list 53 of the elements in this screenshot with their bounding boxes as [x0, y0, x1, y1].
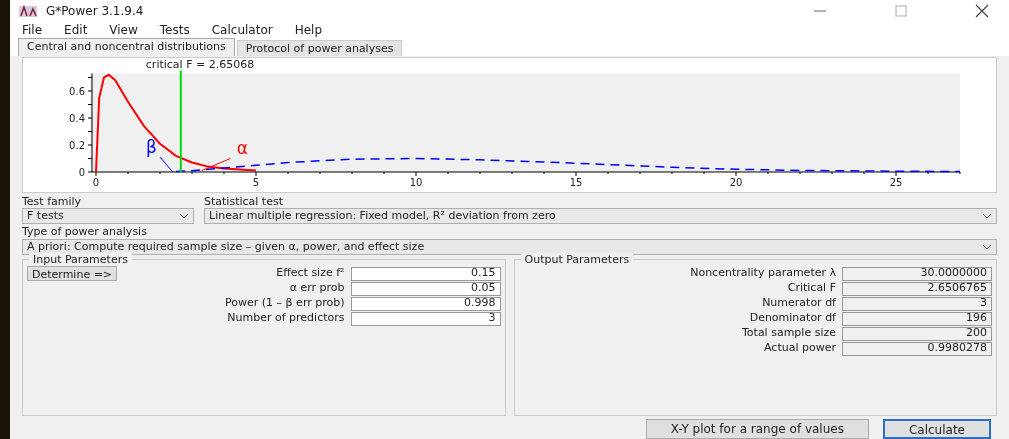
action-button[interactable]: X-Y plot for a range of values — [645, 419, 869, 439]
action-button[interactable]: Calculate — [882, 419, 991, 439]
group-title: Input Parameters — [29, 253, 132, 267]
field-label: Test family — [22, 195, 83, 209]
field-label: Statistical test — [204, 195, 284, 209]
tick-label: 0.4 — [69, 113, 85, 125]
output-field[interactable]: 0.9980278 — [842, 341, 992, 356]
menu-item[interactable]: Calculator — [207, 20, 277, 39]
field-label: Numerator df — [761, 295, 836, 312]
tick-label: 10 — [409, 177, 423, 189]
critical-value-label: critical F = 2.65068 — [145, 58, 255, 72]
window-title: G*Power 3.1.9.4 — [46, 2, 144, 20]
menu-item[interactable]: Help — [290, 20, 326, 39]
tick-label: 0 — [78, 167, 85, 179]
field-label: Noncentrality parameter λ — [689, 265, 836, 282]
field-label: Number of predictors — [226, 310, 345, 327]
field-label: Actual power — [763, 340, 836, 357]
field-label: Power (1 – β err prob) — [224, 295, 345, 312]
input-field[interactable]: 0.15 — [350, 266, 501, 281]
greek-label: α — [236, 138, 248, 159]
input-field[interactable]: 3 — [350, 311, 501, 326]
menu-item[interactable]: Tests — [155, 20, 194, 39]
tick-label: 15 — [569, 177, 583, 189]
output-field[interactable]: 3 — [842, 296, 992, 311]
input-field[interactable]: 0.998 — [350, 296, 501, 311]
output-field[interactable]: 196 — [842, 311, 992, 326]
tick-label: 25 — [889, 177, 903, 189]
field-label: Total sample size — [741, 325, 836, 342]
tab[interactable]: Central and noncentral distributions — [18, 38, 235, 57]
output-field[interactable]: 30.0000000 — [842, 266, 992, 281]
field-label: Critical F — [786, 280, 836, 297]
menu-item[interactable]: View — [105, 20, 142, 39]
input-field[interactable]: 0.05 — [350, 281, 501, 296]
field-label: Denominator df — [748, 310, 836, 327]
tick-label: 20 — [729, 177, 743, 189]
menu-item[interactable]: Edit — [60, 20, 92, 39]
tick-label: 0 — [92, 177, 100, 189]
group-title: Output Parameters — [520, 253, 634, 267]
dropdown[interactable]: Linear multiple regression: Fixed model, R² deviation from zero — [204, 208, 997, 225]
tick-label: 5 — [252, 177, 260, 189]
output-field[interactable]: 2.6506765 — [842, 281, 992, 296]
field-label: Effect size f² — [275, 265, 345, 282]
dropdown[interactable]: A priori: Compute required sample size – given α, power, and effect size — [22, 239, 997, 256]
tick-label: 0.2 — [69, 140, 85, 152]
output-field[interactable]: 200 — [842, 326, 992, 341]
field-label: α err prob — [288, 280, 345, 297]
greek-label: β — [145, 137, 157, 158]
dropdown[interactable]: F tests — [22, 208, 194, 225]
tick-label: 0.6 — [69, 86, 85, 98]
determine-button[interactable]: Determine => — [27, 266, 118, 282]
field-label: Type of power analysis — [22, 225, 148, 239]
tab[interactable]: Protocol of power analyses — [236, 40, 403, 57]
menu-item[interactable]: File — [18, 20, 47, 39]
